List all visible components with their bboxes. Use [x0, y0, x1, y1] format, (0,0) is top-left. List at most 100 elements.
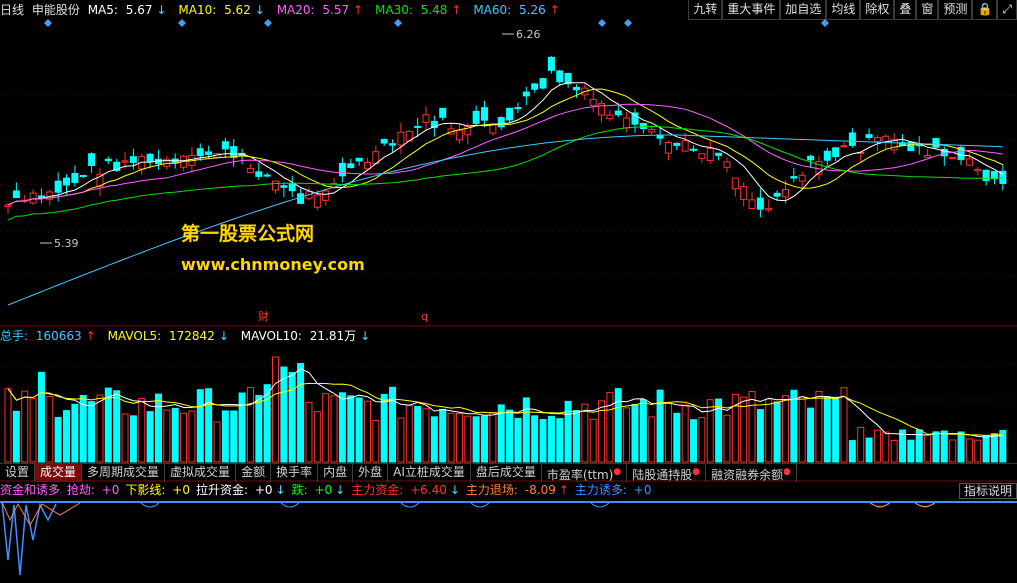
volume-bar: [129, 415, 137, 463]
indicator-readout-3: 跌: +0 ↓: [292, 483, 349, 497]
tab-6[interactable]: 内盘: [318, 464, 354, 482]
tab-10[interactable]: 市盈率(ttm)●: [542, 464, 628, 482]
candle-body: [648, 128, 656, 133]
candle-body: [88, 153, 96, 166]
tab-8[interactable]: AI立桩成交量: [388, 464, 471, 482]
candle-body: [974, 168, 982, 172]
total-volume-arrow: ↑: [85, 329, 96, 343]
volume-bar: [957, 431, 965, 463]
indicator-help-button[interactable]: 指标说明: [958, 483, 1017, 499]
candle-body: [781, 189, 789, 198]
indicator-readout-arrow: ↓: [275, 483, 286, 497]
candle-body: [807, 155, 815, 161]
tab-11[interactable]: 陆股通持股●: [627, 464, 707, 482]
candle-body: [723, 161, 731, 168]
volume-bar: [422, 408, 430, 463]
mavol5-value: 172842: [169, 329, 215, 343]
indicator-readout-value: +0: [168, 483, 190, 497]
candle-body: [522, 91, 530, 97]
candle-body: [297, 193, 305, 204]
ma20-line: [7, 103, 1003, 206]
candle-body: [932, 137, 940, 148]
volume-bar: [514, 417, 522, 463]
candle-body: [823, 150, 831, 161]
candle-body: [572, 86, 580, 91]
tab-2[interactable]: 多周期成交量: [82, 464, 166, 482]
volume-bar: [781, 395, 789, 463]
tab-0[interactable]: 设置: [0, 464, 36, 482]
volume-bar: [690, 419, 698, 463]
volume-bar: [581, 403, 589, 463]
indicator-readout-2: 拉升资金: +0 ↓: [196, 483, 289, 497]
tab-5[interactable]: 换手率: [271, 464, 319, 482]
candle-body: [347, 163, 355, 169]
tab-9[interactable]: 盘后成交量: [471, 464, 542, 482]
high-price-label: 6.26: [516, 28, 541, 41]
volume-bar: [313, 411, 321, 463]
volume-bar: [556, 418, 564, 463]
volume-bar: [246, 387, 254, 463]
candle-body: [765, 208, 773, 211]
volume-bar: [489, 411, 497, 463]
volume-bar: [832, 396, 840, 463]
volume-bar: [857, 426, 865, 463]
indicator-spike-line: [1, 501, 57, 576]
indicator-readout-label: 下影线:: [125, 483, 166, 497]
candle-body: [690, 148, 698, 151]
indicator-dip-exit: [869, 502, 891, 507]
indicator-readout-value: -8.09: [520, 483, 556, 497]
volume-bar: [932, 431, 940, 463]
tab-4[interactable]: 金额: [236, 464, 272, 482]
candle-body: [54, 180, 62, 193]
candle-body: [4, 204, 12, 207]
candle-body: [280, 185, 288, 188]
volume-bar: [924, 434, 932, 463]
indicator-readout-value: +6.40: [406, 483, 447, 497]
indicator-readout-1: 下影线: +0: [125, 483, 193, 497]
volume-bar: [673, 412, 681, 463]
candle-body: [338, 162, 346, 177]
volume-bar: [447, 412, 455, 463]
volume-bar: [54, 416, 62, 463]
volume-bar: [330, 395, 338, 463]
tab-7[interactable]: 外盘: [353, 464, 389, 482]
event-mark-finance: 财: [258, 309, 269, 323]
tab-1[interactable]: 成交量: [35, 464, 83, 482]
volume-bar: [280, 366, 288, 463]
volume-bar: [163, 409, 171, 463]
volume-bar: [347, 395, 355, 463]
candle-body: [79, 175, 87, 178]
volume-bar: [639, 399, 647, 463]
volume-bar: [589, 418, 597, 463]
volume-bar: [255, 394, 263, 463]
volume-bar: [213, 421, 221, 463]
tab-3[interactable]: 虚拟成交量: [165, 464, 237, 482]
tab-label: 融资融券余额: [711, 468, 784, 482]
total-volume-value: 160663: [35, 329, 82, 343]
event-mark-q: q: [421, 310, 428, 323]
signal-diamond-icon: [821, 19, 829, 27]
candle-body: [129, 156, 137, 163]
indicator-header: 资金和诱多 抢劫: +0 下影线: +0 拉升资金: +0 ↓ 跌: +0 ↓ 主力资金: …: [0, 482, 660, 498]
candle-body: [740, 186, 748, 200]
indicator-readout-label: 主力诱多:: [574, 483, 627, 497]
candle-body: [380, 138, 388, 144]
tab-label: 陆股通持股: [632, 468, 693, 482]
candle-body: [506, 107, 514, 121]
volume-bar: [21, 390, 29, 463]
indicator-name[interactable]: 资金和诱多: [0, 483, 60, 497]
volume-bar: [506, 409, 514, 463]
tab-12[interactable]: 融资融券余额●: [706, 464, 797, 482]
candle-body: [748, 199, 756, 209]
indicator-readout-4: 主力资金: +6.40 ↓: [351, 483, 463, 497]
watermark-url[interactable]: www.chnmoney.com: [181, 255, 365, 274]
tab-label: 金额: [241, 465, 266, 479]
volume-bar: [171, 407, 179, 463]
candle-body: [556, 70, 564, 83]
volume-bar: [88, 401, 96, 463]
volume-bar: [798, 396, 806, 463]
volume-bar: [522, 397, 530, 463]
volume-bar: [63, 410, 71, 463]
volume-bar: [37, 371, 45, 463]
candle-body: [547, 56, 555, 71]
